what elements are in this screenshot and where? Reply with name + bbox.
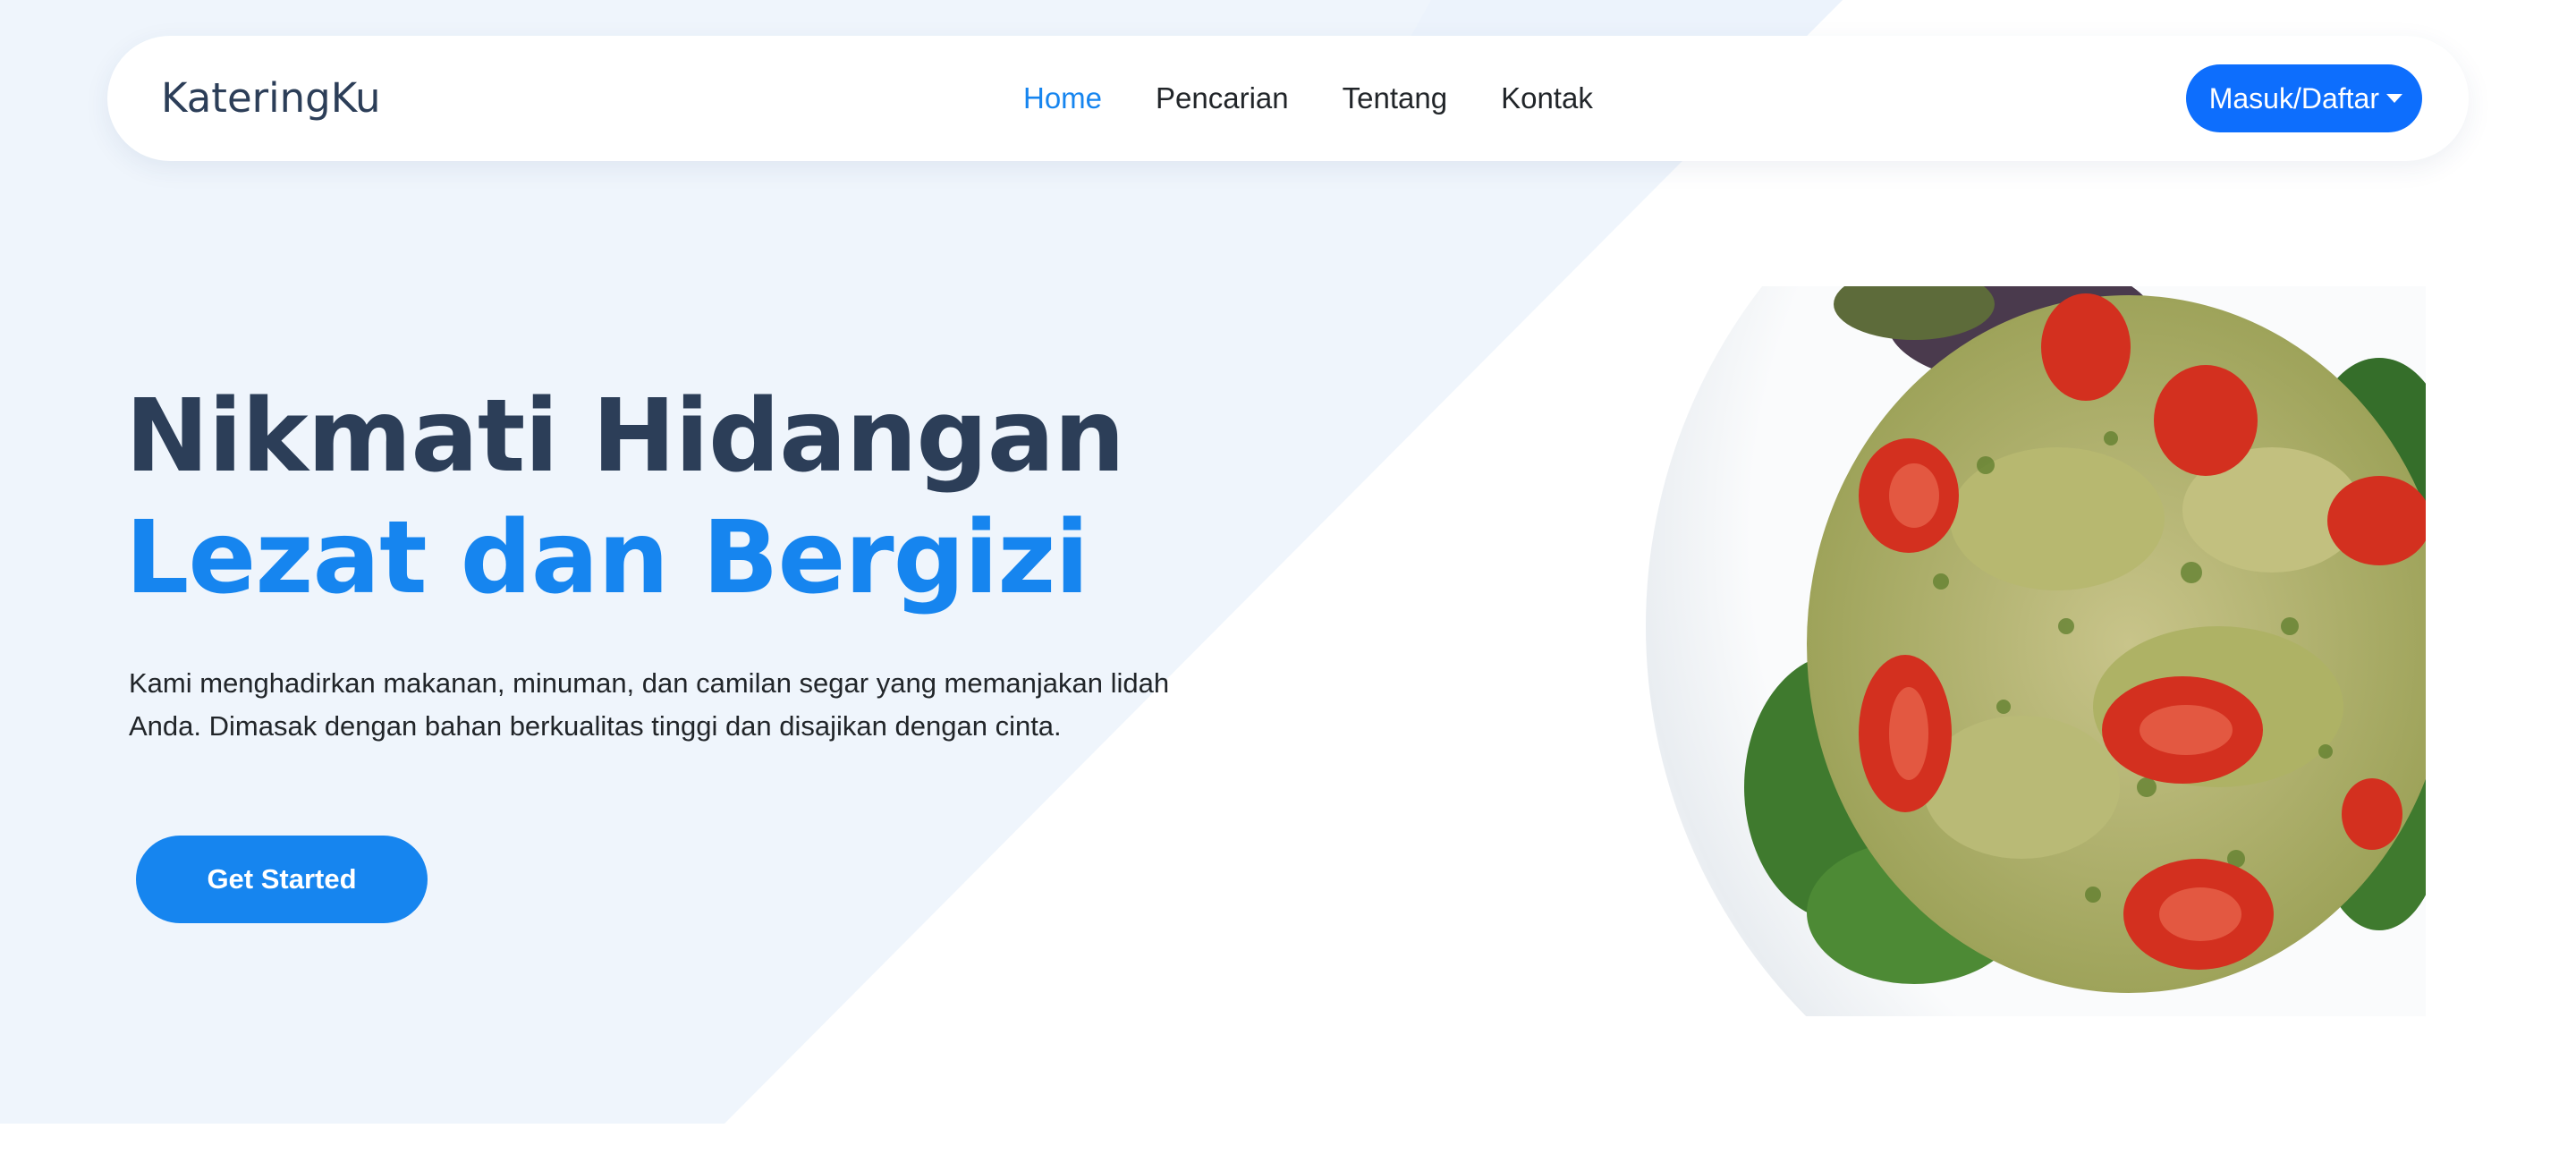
- login-register-label: Masuk/Daftar: [2208, 82, 2379, 115]
- navbar: KateringKu Home Pencarian Tentang Kontak…: [107, 36, 2469, 161]
- nav-links: Home Pencarian Tentang Kontak: [996, 36, 1620, 161]
- get-started-button[interactable]: Get Started: [136, 836, 428, 923]
- brand-logo[interactable]: KateringKu: [161, 36, 381, 161]
- login-register-dropdown-button[interactable]: Masuk/Daftar: [2185, 64, 2422, 132]
- hero-title-line2: Lezat dan Bergizi: [125, 500, 1089, 616]
- nav-item-kontak[interactable]: Kontak: [1474, 81, 1620, 115]
- hero-title: Nikmati Hidangan Lezat dan Bergizi: [125, 376, 1125, 619]
- nav-item-home[interactable]: Home: [996, 81, 1129, 115]
- pasta-salad-plate-image: [1646, 286, 2426, 1016]
- hero-description: Kami menghadirkan makanan, minuman, dan …: [129, 667, 1170, 742]
- hero-title-line1: Nikmati Hidangan: [125, 378, 1125, 495]
- nav-item-tentang[interactable]: Tentang: [1316, 81, 1474, 115]
- caret-down-icon: [2386, 94, 2402, 103]
- nav-item-pencarian[interactable]: Pencarian: [1129, 81, 1316, 115]
